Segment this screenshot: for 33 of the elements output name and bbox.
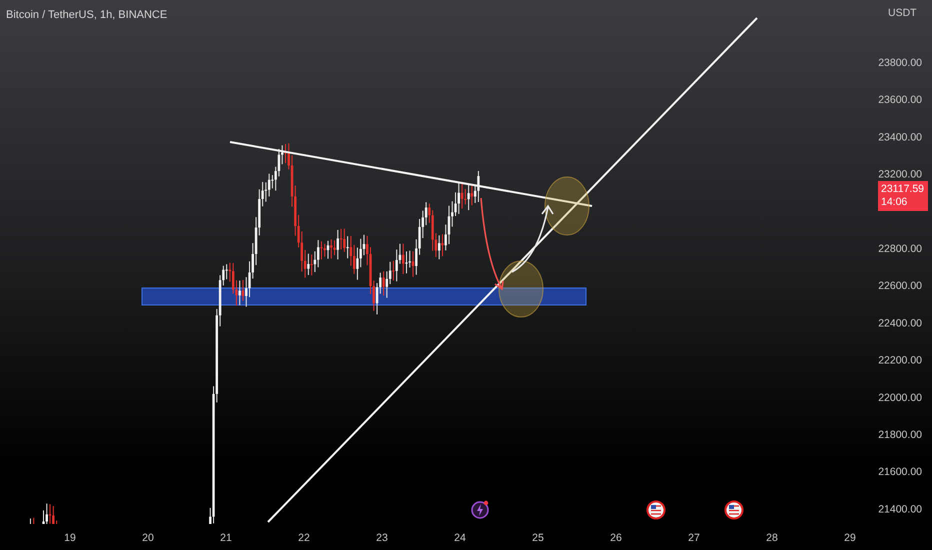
date-label: 23: [376, 532, 388, 544]
date-label: 20: [142, 532, 154, 544]
price-label: 22800.00: [878, 243, 922, 255]
price-label: 22000.00: [878, 392, 922, 404]
lightning-icon[interactable]: [471, 500, 489, 519]
price-label: 21600.00: [878, 466, 922, 478]
price-label: 23200.00: [878, 168, 922, 181]
price-label: 23800.00: [878, 57, 922, 69]
up-arrow: [512, 204, 554, 273]
date-label: 27: [688, 532, 700, 544]
flag-icon[interactable]: [646, 500, 666, 520]
date-label: 21: [220, 532, 232, 544]
date-label: 19: [64, 532, 76, 544]
date-label: 29: [844, 532, 856, 544]
target-ellipse: [544, 176, 590, 236]
date-label: 25: [532, 532, 544, 544]
bar-countdown: 14:06: [881, 196, 908, 209]
flag-icon[interactable]: [724, 500, 744, 520]
price-label: 22600.00: [878, 280, 922, 292]
price-label: 21400.00: [878, 503, 922, 516]
price-label: 23600.00: [878, 94, 922, 106]
chart-title: Bitcoin / TetherUS, 1h, BINANCE: [6, 9, 168, 21]
date-label: 28: [766, 532, 778, 544]
currency-label: USDT: [888, 7, 917, 19]
date-label: 24: [454, 532, 466, 544]
target-ellipse: [498, 260, 544, 318]
price-label: 22200.00: [878, 354, 922, 367]
price-label: 22400.00: [878, 317, 922, 330]
price-label: 21800.00: [878, 429, 922, 441]
price-label: 23400.00: [878, 131, 922, 144]
date-label: 22: [298, 532, 310, 544]
last-price: 23117.59: [881, 182, 926, 196]
date-label: 26: [610, 532, 622, 544]
